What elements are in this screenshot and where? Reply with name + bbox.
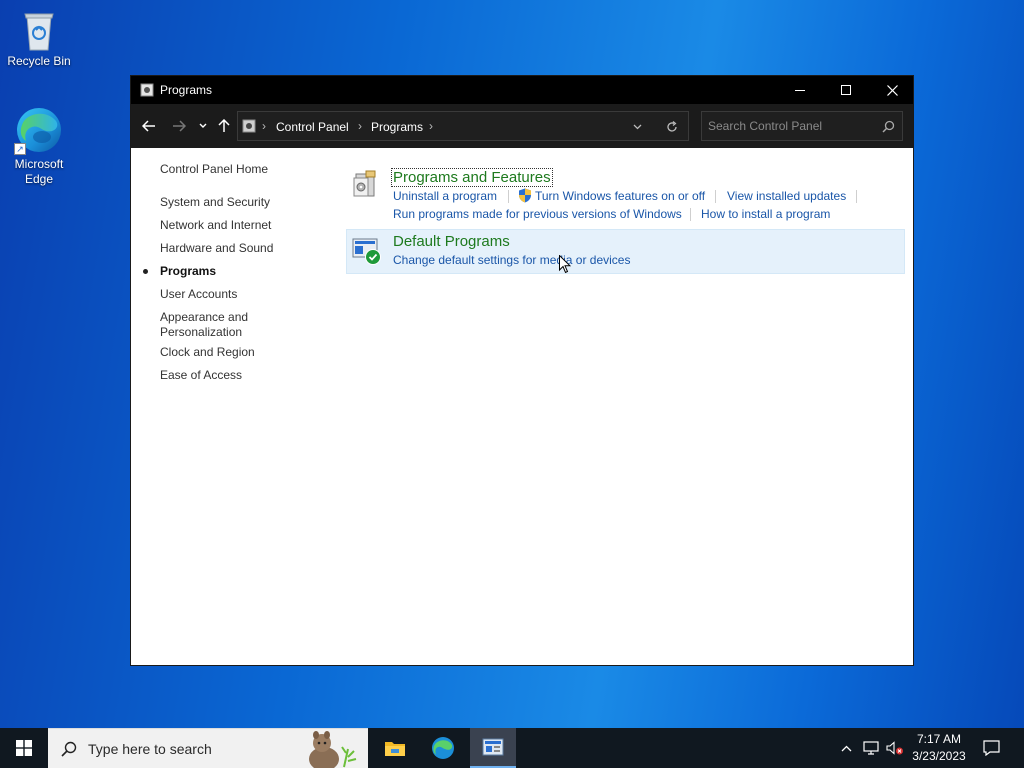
control-panel-icon: [482, 738, 504, 756]
search-box[interactable]: [701, 111, 903, 141]
control-panel-window: Programs › Control Panel › Programs › Se…: [130, 75, 914, 666]
search-icon: [882, 120, 895, 136]
chevron-down-icon: [633, 124, 641, 130]
navigation-bar: › Control Panel › Programs ›: [131, 104, 913, 148]
control-panel-icon: [242, 119, 256, 136]
clock-date: 3/23/2023: [912, 749, 966, 763]
view-installed-updates-link[interactable]: View installed updates: [727, 189, 846, 203]
recent-locations-button[interactable]: [197, 118, 209, 134]
nav-programs[interactable]: Programs: [160, 264, 216, 279]
start-button[interactable]: [0, 728, 48, 768]
back-button[interactable]: [139, 116, 159, 136]
nav-ease-of-access[interactable]: Ease of Access: [160, 368, 242, 383]
close-button[interactable]: [869, 76, 915, 104]
chevron-down-icon: [199, 123, 207, 128]
maximize-button[interactable]: [823, 76, 869, 104]
clock[interactable]: 7:17 AM 3/23/2023: [906, 728, 972, 768]
uninstall-program-link[interactable]: Uninstall a program: [393, 189, 497, 203]
search-input[interactable]: [708, 118, 876, 134]
window-title: Programs: [160, 83, 213, 97]
search-highlight-squirrel-icon: [296, 729, 366, 768]
current-item-bullet-icon: [143, 269, 148, 274]
taskbar-search-box[interactable]: Type here to search: [48, 728, 368, 768]
up-button[interactable]: [214, 116, 234, 136]
arrow-up-icon: [218, 119, 230, 132]
link-separator: [508, 190, 509, 203]
nav-user-accounts[interactable]: User Accounts: [160, 287, 237, 302]
refresh-icon: [667, 121, 677, 132]
network-button[interactable]: [862, 739, 880, 757]
desktop-icon-edge[interactable]: ↗ Microsoft Edge: [4, 105, 74, 187]
taskbar: Type here to search 7:17 AM 3/23/2023: [0, 728, 1024, 768]
default-programs-icon: [352, 236, 382, 266]
clock-time: 7:17 AM: [916, 732, 962, 746]
breadcrumb-separator-icon: ›: [358, 119, 362, 133]
nav-appearance-and-personalization[interactable]: Appearance and Personalization: [160, 310, 270, 340]
search-icon: [61, 741, 77, 760]
volume-muted-icon: [886, 741, 903, 755]
programs-and-features-link[interactable]: Programs and Features: [391, 168, 553, 187]
turn-windows-features-link[interactable]: Turn Windows features on or off: [535, 189, 705, 203]
taskbar-control-panel[interactable]: [470, 728, 516, 768]
link-separator: [690, 208, 691, 221]
address-bar[interactable]: › Control Panel › Programs ›: [237, 111, 689, 141]
taskbar-search-placeholder: Type here to search: [88, 741, 212, 757]
network-icon: [863, 741, 879, 755]
control-panel-home-link[interactable]: Control Panel Home: [160, 162, 268, 177]
default-programs-link[interactable]: Default Programs: [393, 233, 510, 250]
edge-icon: [432, 737, 454, 759]
breadcrumb-programs[interactable]: Programs: [371, 120, 423, 134]
title-bar[interactable]: Programs: [131, 76, 913, 104]
nav-hardware-and-sound[interactable]: Hardware and Sound: [160, 241, 273, 256]
link-separator: [856, 190, 857, 203]
desktop-icon-label: Microsoft Edge: [14, 157, 64, 186]
how-to-install-link[interactable]: How to install a program: [701, 207, 830, 221]
breadcrumb-separator-icon: ›: [262, 119, 266, 133]
link-separator: [715, 190, 716, 203]
nav-network-and-internet[interactable]: Network and Internet: [160, 218, 271, 233]
breadcrumb-separator-icon: ›: [429, 119, 433, 133]
run-old-programs-link[interactable]: Run programs made for previous versions …: [393, 207, 682, 221]
refresh-button[interactable]: [664, 119, 680, 135]
arrow-right-icon: [173, 120, 186, 132]
notification-center-button[interactable]: [980, 738, 1002, 758]
programs-and-features-icon: [352, 170, 378, 198]
arrow-left-icon: [142, 120, 155, 132]
folder-icon: [385, 742, 405, 756]
volume-button[interactable]: [885, 739, 905, 757]
uac-shield-icon: [518, 188, 532, 206]
notification-icon: [982, 740, 1000, 756]
control-panel-icon: [140, 83, 154, 97]
category-programs-and-features: Programs and Features Uninstall a progra…: [346, 164, 905, 224]
taskbar-edge[interactable]: [422, 728, 464, 768]
edge-icon: ↗: [14, 105, 64, 155]
minimize-button[interactable]: [777, 76, 823, 104]
taskbar-file-explorer[interactable]: [374, 728, 416, 768]
show-hidden-icons-button[interactable]: [838, 740, 854, 756]
nav-clock-and-region[interactable]: Clock and Region: [160, 345, 255, 360]
maximize-icon: [841, 85, 851, 95]
minimize-icon: [795, 89, 805, 91]
desktop-icon-recycle-bin[interactable]: Recycle Bin: [4, 8, 74, 69]
address-dropdown-button[interactable]: [630, 120, 644, 134]
shortcut-arrow-icon: ↗: [14, 143, 26, 155]
forward-button[interactable]: [169, 116, 189, 136]
windows-logo-icon: [16, 740, 32, 756]
category-default-programs[interactable]: Default Programs Change default settings…: [346, 229, 905, 274]
desktop-icon-label: Recycle Bin: [7, 54, 71, 68]
breadcrumb-control-panel[interactable]: Control Panel: [276, 120, 349, 134]
mouse-cursor-icon: [559, 254, 572, 277]
nav-system-and-security[interactable]: System and Security: [160, 195, 270, 210]
close-icon: [886, 84, 898, 96]
recycle-bin-icon: [19, 8, 59, 52]
chevron-up-icon: [841, 745, 851, 751]
change-default-settings-link[interactable]: Change default settings for media or dev…: [393, 253, 630, 267]
